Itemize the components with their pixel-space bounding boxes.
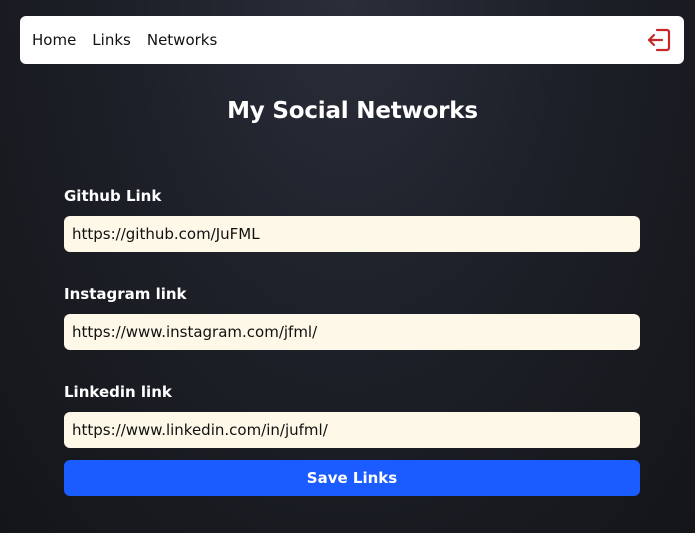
nav-links-link[interactable]: Links <box>92 31 131 49</box>
save-links-button[interactable]: Save Links <box>64 460 640 496</box>
linkedin-link-input[interactable] <box>64 412 640 448</box>
instagram-label: Instagram link <box>64 285 187 303</box>
github-label: Github Link <box>64 187 162 205</box>
instagram-link-input[interactable] <box>64 314 640 350</box>
linkedin-label: Linkedin link <box>64 383 172 401</box>
nav-networks-link[interactable]: Networks <box>147 31 217 49</box>
social-links-form: Github Link Instagram link Linkedin link… <box>64 186 640 496</box>
page-title: My Social Networks <box>227 98 478 124</box>
logout-icon[interactable] <box>646 27 672 53</box>
linkedin-group: Linkedin link <box>64 382 640 448</box>
github-link-input[interactable] <box>64 216 640 252</box>
nav-home-link[interactable]: Home <box>32 31 76 49</box>
navbar: Home Links Networks <box>20 16 684 64</box>
github-group: Github Link <box>64 186 640 252</box>
instagram-group: Instagram link <box>64 284 640 350</box>
